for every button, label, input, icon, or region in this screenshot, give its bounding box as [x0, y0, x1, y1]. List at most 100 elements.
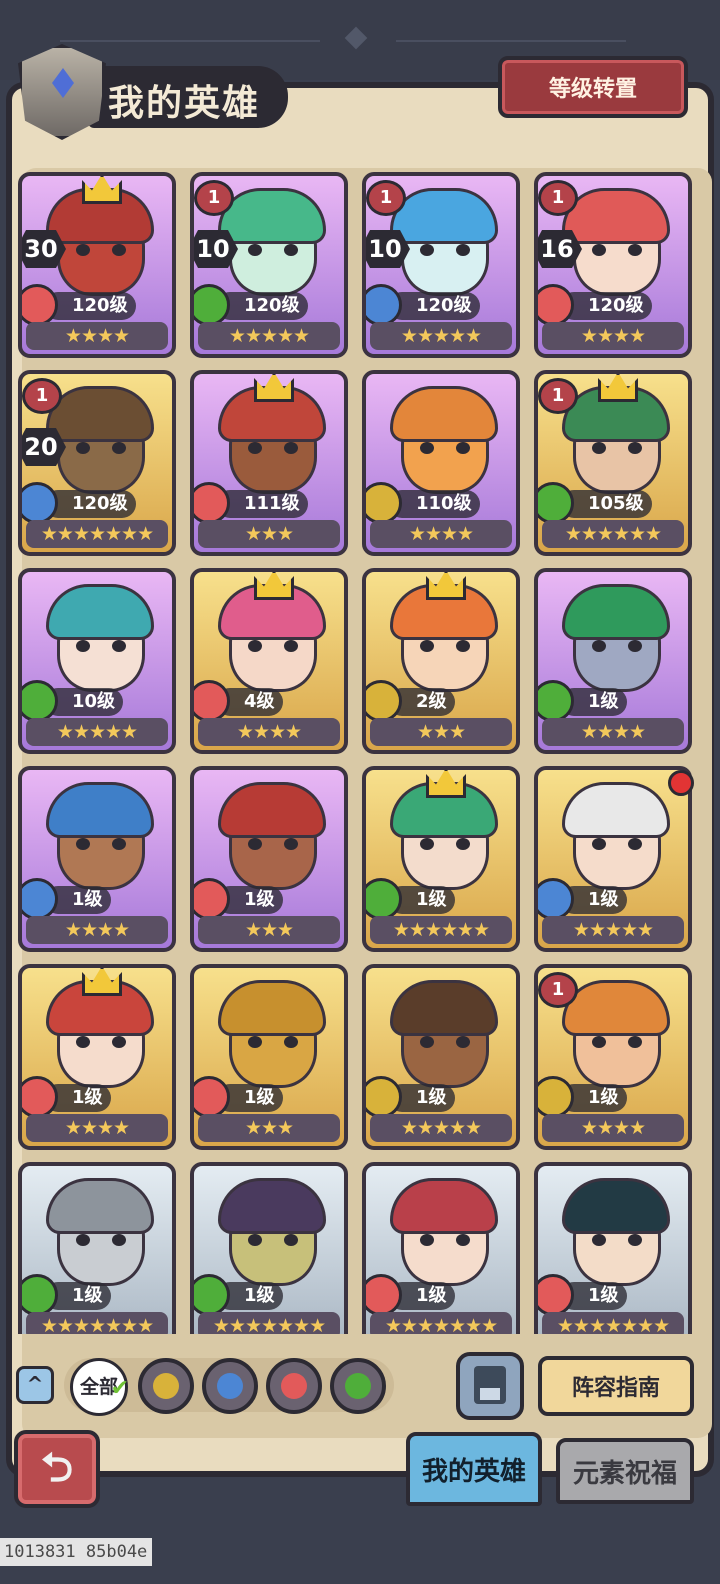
- debug-id-text: 1013831 85b04e: [0, 1538, 152, 1566]
- hero-card[interactable]: 1级 ★★★★ 1: [534, 964, 692, 1150]
- hero-stars: ★★★★: [198, 718, 340, 746]
- hero-eye: [76, 244, 90, 256]
- hero-hair: [218, 1178, 326, 1234]
- hero-stars: ★★★★★★★: [198, 1312, 340, 1334]
- save-formation-button[interactable]: [456, 1352, 524, 1420]
- hero-eye: [284, 244, 298, 256]
- hero-stars: ★★★★★: [198, 322, 340, 350]
- tab-my-heroes[interactable]: 我的英雄: [406, 1432, 542, 1506]
- hero-card[interactable]: 1级 ★★★★★★★: [534, 1162, 692, 1334]
- hero-card[interactable]: 1级 ★★★★: [18, 766, 176, 952]
- hero-rank-badge: 10: [194, 230, 238, 268]
- back-arrow-icon[interactable]: ⮌: [14, 1430, 100, 1508]
- hero-card[interactable]: 1级 ★★★★: [18, 964, 176, 1150]
- hero-stars: ★★★: [198, 1114, 340, 1142]
- crown-icon: [426, 770, 466, 798]
- rank-transfer-button[interactable]: 等级转置: [498, 56, 688, 118]
- hero-eye: [420, 1234, 434, 1246]
- hero-eye: [112, 442, 126, 454]
- hero-hair: [46, 584, 154, 640]
- hero-eye: [592, 1036, 606, 1048]
- page-title: 我的英雄: [108, 83, 261, 124]
- filter-earth-button[interactable]: [138, 1358, 194, 1414]
- hero-card[interactable]: 2级 ★★★: [362, 568, 520, 754]
- hero-card[interactable]: 4级 ★★★★: [190, 568, 348, 754]
- hero-card[interactable]: 1级 ★★★★★★★: [18, 1162, 176, 1334]
- water-element-icon: [22, 482, 58, 524]
- hero-tier-badge: 1: [22, 378, 62, 414]
- hero-stars: ★★★★★: [542, 916, 684, 944]
- hero-eye: [112, 640, 126, 652]
- filter-all-button[interactable]: 全部 ✔: [70, 1358, 129, 1416]
- hero-eye: [456, 640, 470, 652]
- wind-icon: [345, 1373, 371, 1399]
- hero-eye: [112, 1234, 126, 1246]
- hero-eye: [628, 1036, 642, 1048]
- hero-card[interactable]: 120级 ★★★★★★★ 20 1: [18, 370, 176, 556]
- hero-stars: ★★★★: [26, 322, 168, 350]
- hero-card[interactable]: 1级 ★★★★★: [362, 964, 520, 1150]
- hero-eye: [628, 442, 642, 454]
- hero-stars: ★★★★: [542, 322, 684, 350]
- hero-card[interactable]: 1级 ★★★★: [534, 568, 692, 754]
- hero-card[interactable]: 120级 ★★★★ 30: [18, 172, 176, 358]
- hero-card[interactable]: 1级 ★★★★★★★: [190, 1162, 348, 1334]
- hero-eye: [76, 442, 90, 454]
- hero-card[interactable]: 120级 ★★★★★ 10 1: [362, 172, 520, 358]
- crown-icon: [254, 572, 294, 600]
- hero-card[interactable]: 120级 ★★★★ 16 1: [534, 172, 692, 358]
- notification-dot: [668, 770, 694, 796]
- fire-element-icon: [194, 680, 230, 722]
- decor-line: [396, 40, 626, 42]
- hero-rank-badge: 16: [538, 230, 582, 268]
- hero-eye: [420, 640, 434, 652]
- hero-eye: [420, 244, 434, 256]
- wind-element-icon: [194, 284, 230, 326]
- hero-stars: ★★★★★★★: [26, 1312, 168, 1334]
- hero-eye: [420, 1036, 434, 1048]
- hero-tier-badge: 1: [538, 378, 578, 414]
- crown-icon: [82, 968, 122, 996]
- wind-element-icon: [366, 878, 402, 920]
- hero-stars: ★★★★★★★: [542, 1312, 684, 1334]
- hero-card[interactable]: 110级 ★★★★: [362, 370, 520, 556]
- hero-hair: [218, 188, 326, 244]
- hero-card[interactable]: 1级 ★★★★★★: [362, 766, 520, 952]
- hero-eye: [284, 442, 298, 454]
- hero-tier-badge: 1: [194, 180, 234, 216]
- filter-fire-button[interactable]: [266, 1358, 322, 1414]
- hero-stars: ★★★★: [370, 520, 512, 548]
- formation-guide-button[interactable]: 阵容指南: [538, 1356, 694, 1416]
- hero-card[interactable]: 1级 ★★★: [190, 766, 348, 952]
- hero-eye: [456, 1036, 470, 1048]
- filter-wind-button[interactable]: [330, 1358, 386, 1414]
- hero-hair: [46, 1178, 154, 1234]
- hero-grid[interactable]: 120级 ★★★★ 30 120级 ★★★★★ 10 1 120级 ★★★★★ 10 1 120级 ★★…: [18, 172, 698, 1334]
- hero-stars: ★★★★★★★: [370, 1312, 512, 1334]
- hero-card[interactable]: 1级 ★★★★★★★: [362, 1162, 520, 1334]
- hero-eye: [76, 1234, 90, 1246]
- hero-hair: [562, 188, 670, 244]
- hero-hair: [390, 1178, 498, 1234]
- hero-card[interactable]: 111级 ★★★: [190, 370, 348, 556]
- hero-eye: [248, 1036, 262, 1048]
- hero-eye: [76, 1036, 90, 1048]
- hero-stars: ★★★★: [26, 916, 168, 944]
- filter-water-button[interactable]: [202, 1358, 258, 1414]
- hero-card[interactable]: 120级 ★★★★★ 10 1: [190, 172, 348, 358]
- hero-eye: [456, 838, 470, 850]
- hero-card[interactable]: 10级 ★★★★★: [18, 568, 176, 754]
- tab-element-blessing[interactable]: 元素祝福: [556, 1438, 694, 1504]
- hero-eye: [456, 442, 470, 454]
- hero-card[interactable]: 105级 ★★★★★★ 1: [534, 370, 692, 556]
- earth-element-icon: [366, 1076, 402, 1118]
- hero-stars: ★★★★: [542, 1114, 684, 1142]
- collapse-button[interactable]: ^: [16, 1366, 54, 1404]
- hero-eye: [592, 640, 606, 652]
- water-element-icon: [366, 284, 402, 326]
- hero-eye: [112, 244, 126, 256]
- water-icon: [217, 1373, 243, 1399]
- hero-card[interactable]: 1级 ★★★★★: [534, 766, 692, 952]
- decor-line: [60, 40, 320, 42]
- hero-card[interactable]: 1级 ★★★: [190, 964, 348, 1150]
